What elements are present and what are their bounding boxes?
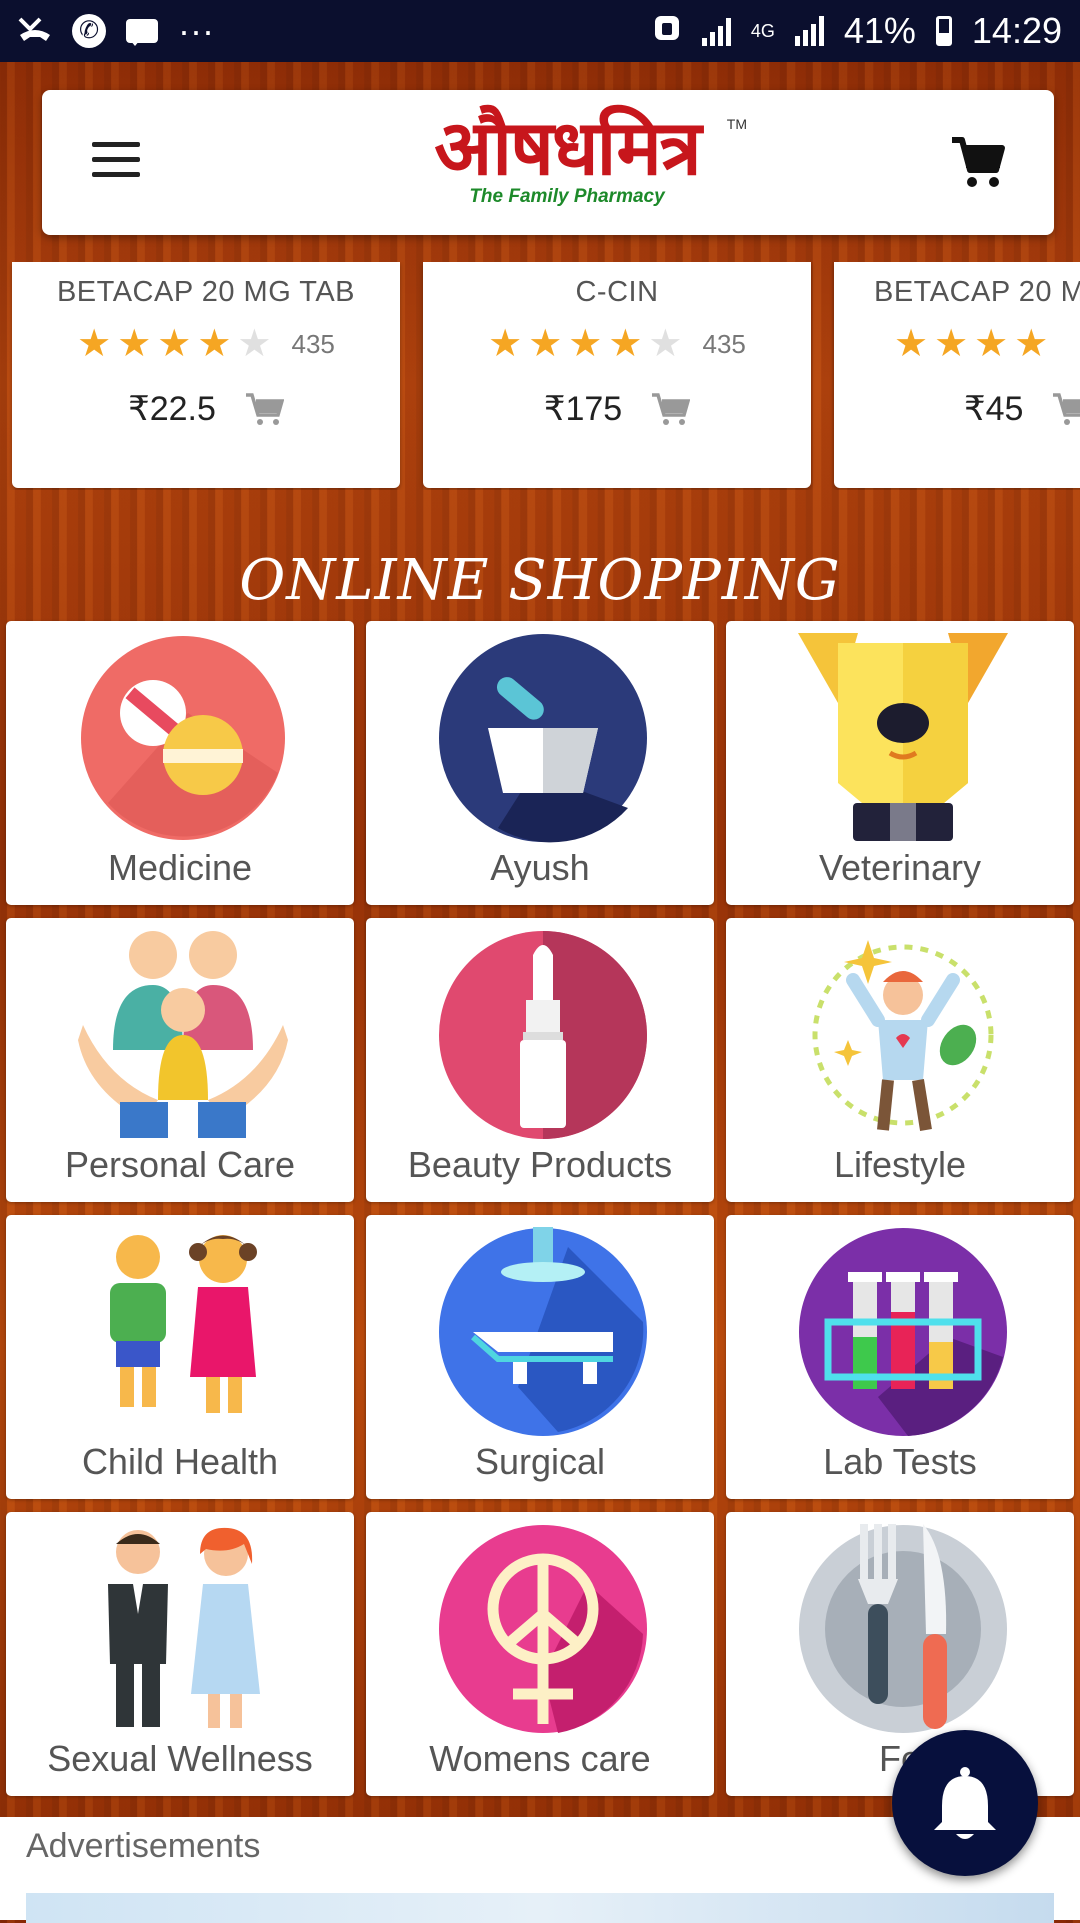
- product-card[interactable]: BETACAP 20 MG TAB ★ ★ ★ ★ ★ 435 ₹22.5: [12, 262, 400, 488]
- category-label: Womens care: [429, 1738, 651, 1779]
- medicine-icon: [81, 636, 285, 840]
- network-type: 4G: [750, 20, 775, 41]
- couple-icon: [108, 1527, 260, 1728]
- category-label: Personal Care: [64, 1144, 296, 1185]
- product-price: ₹22.5: [128, 389, 216, 429]
- cart-icon[interactable]: [948, 132, 1008, 192]
- product-price: ₹45: [964, 389, 1023, 429]
- status-bar: ✆ ··· 4G 41% 14:29: [0, 0, 1080, 62]
- advertisements-label: Advertisements: [26, 1827, 261, 1865]
- star-icon: ★: [608, 323, 643, 365]
- category-womens-care[interactable]: Womens care: [366, 1512, 714, 1796]
- product-rating: ★ ★ ★ ★: [834, 325, 1080, 363]
- battery-percent: 41%: [843, 10, 916, 51]
- product-carousel[interactable]: BETACAP 20 MG TAB ★ ★ ★ ★ ★ 435 ₹22.5 C-CIN …: [0, 262, 1080, 490]
- happy-person-icon: [812, 940, 994, 1131]
- dog-icon: [798, 633, 1008, 841]
- star-icon: ★: [117, 323, 152, 365]
- family-hands-icon: [78, 931, 288, 1138]
- logo-title: औषधमित्र: [434, 103, 702, 192]
- star-icon: ★: [77, 323, 112, 365]
- fork-knife-plate-icon: [799, 1524, 1007, 1733]
- children-icon: [110, 1235, 257, 1413]
- notification-button[interactable]: [892, 1730, 1038, 1876]
- category-ayush[interactable]: Ayush: [366, 621, 714, 905]
- star-icon: ★: [894, 323, 929, 365]
- product-card[interactable]: BETACAP 20 M ★ ★ ★ ★ ₹45: [834, 262, 1080, 488]
- more-notifications: ···: [178, 10, 214, 51]
- category-label: Medicine: [107, 847, 253, 888]
- currency-symbol: ₹: [543, 390, 566, 428]
- star-icon: ★: [568, 323, 603, 365]
- category-label: Child Health: [81, 1441, 279, 1482]
- star-empty-icon: ★: [648, 323, 683, 365]
- price-value: 45: [985, 390, 1024, 428]
- category-lifestyle[interactable]: Lifestyle: [726, 918, 1074, 1202]
- star-icon: ★: [157, 323, 192, 365]
- currency-symbol: ₹: [964, 390, 986, 428]
- category-veterinary[interactable]: Veterinary: [726, 621, 1074, 905]
- logo-trademark: TM: [726, 116, 747, 132]
- category-label: Veterinary: [818, 847, 982, 888]
- star-icon: ★: [934, 323, 969, 365]
- star-icon: ★: [974, 323, 1009, 365]
- signal-icon: [701, 16, 731, 46]
- category-beauty-products[interactable]: Beauty Products: [366, 918, 714, 1202]
- star-icon: ★: [197, 323, 232, 365]
- review-count: 435: [291, 329, 335, 359]
- app-logo[interactable]: औषधमित्र The Family Pharmacy TM: [387, 102, 747, 222]
- category-medicine[interactable]: Medicine: [6, 621, 354, 905]
- product-price: ₹175: [544, 389, 622, 429]
- category-label: Lifestyle: [833, 1144, 967, 1185]
- price-value: 22.5: [149, 390, 216, 428]
- product-rating: ★ ★ ★ ★ ★ 435: [12, 325, 400, 363]
- star-empty-icon: ★: [237, 323, 272, 365]
- category-lab-tests[interactable]: Lab Tests: [726, 1215, 1074, 1499]
- add-to-cart-icon[interactable]: [244, 391, 284, 427]
- price-value: 175: [565, 390, 623, 428]
- battery-icon: [935, 16, 952, 46]
- category-child-health[interactable]: Child Health: [6, 1215, 354, 1499]
- female-peace-icon: [439, 1525, 647, 1733]
- menu-icon[interactable]: [92, 142, 140, 178]
- product-name: BETACAP 20 M: [874, 276, 1080, 308]
- category-label: Beauty Products: [407, 1144, 673, 1185]
- signal-strength-icon: [794, 16, 824, 46]
- clock: 14:29: [971, 10, 1062, 51]
- star-icon: ★: [1014, 323, 1049, 365]
- review-count: 435: [702, 329, 746, 359]
- lipstick-icon: [439, 931, 647, 1139]
- nfc-icon: [652, 10, 682, 52]
- star-icon: ★: [528, 323, 563, 365]
- category-label: Surgical: [474, 1441, 606, 1482]
- star-icon: ★: [488, 323, 523, 365]
- product-name: C-CIN: [575, 276, 659, 308]
- mortar-pestle-icon: [439, 634, 647, 843]
- currency-symbol: ₹: [128, 390, 150, 428]
- app-header: औषधमित्र The Family Pharmacy TM: [42, 90, 1054, 235]
- message-icon: [126, 19, 158, 46]
- product-card[interactable]: C-CIN ★ ★ ★ ★ ★ 435 ₹175: [423, 262, 811, 488]
- category-personal-care[interactable]: Personal Care: [6, 918, 354, 1202]
- product-rating: ★ ★ ★ ★ ★ 435: [423, 325, 811, 363]
- bell-icon: [934, 1767, 996, 1839]
- section-title: ONLINE SHOPPING: [239, 548, 841, 613]
- add-to-cart-icon[interactable]: [1051, 391, 1080, 427]
- category-label: Ayush: [490, 847, 590, 888]
- category-surgical[interactable]: Surgical: [366, 1215, 714, 1499]
- phone-icon: ✆: [72, 14, 106, 48]
- product-name: BETACAP 20 MG TAB: [56, 276, 356, 308]
- ad-banner[interactable]: [26, 1893, 1054, 1923]
- missed-call-icon: [18, 10, 52, 52]
- category-label: Sexual Wellness: [47, 1738, 313, 1779]
- surgical-bed-icon: [439, 1227, 647, 1436]
- add-to-cart-icon[interactable]: [650, 391, 691, 427]
- category-label: Lab Tests: [823, 1441, 977, 1482]
- category-sexual-wellness[interactable]: Sexual Wellness: [6, 1512, 354, 1796]
- test-tubes-icon: [799, 1228, 1007, 1436]
